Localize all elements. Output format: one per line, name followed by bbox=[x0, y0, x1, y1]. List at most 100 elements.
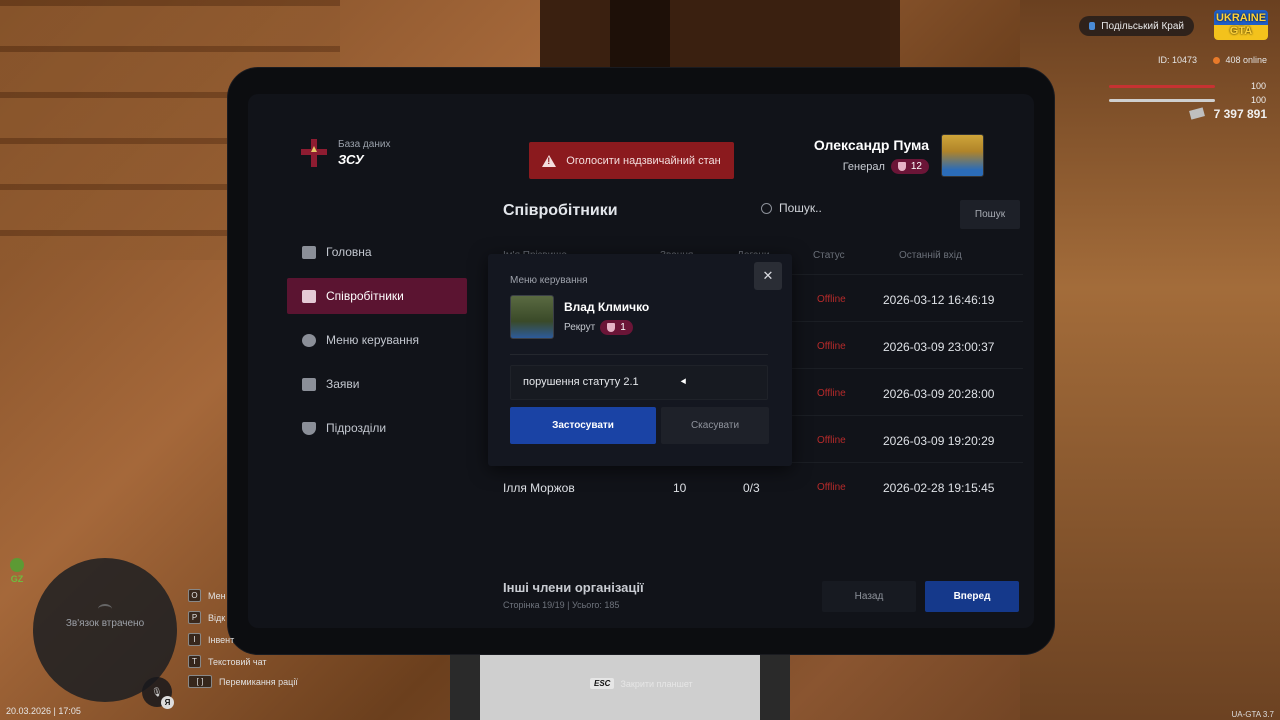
server-logo: UKRAINE GTA bbox=[1214, 10, 1268, 40]
search-input[interactable]: Пошук.. bbox=[761, 201, 822, 215]
cell-last-login: 2026-03-12 16:46:19 bbox=[883, 293, 995, 307]
brand-subtitle: База даних bbox=[338, 139, 391, 150]
sidebar-item-control-menu[interactable]: Меню керування bbox=[287, 322, 467, 358]
hotkey-hint: T Текстовий чат bbox=[188, 655, 267, 668]
warning-icon bbox=[542, 154, 557, 167]
hotkey-hint: P Відк bbox=[188, 611, 225, 624]
hotkey-label: Перемикання рації bbox=[219, 676, 298, 687]
sidebar-item-label: Підрозділи bbox=[326, 421, 387, 435]
cell-last-login: 2026-03-09 23:00:37 bbox=[883, 340, 995, 354]
rank-badge: 12 bbox=[890, 159, 929, 174]
region-label: Подільський Край bbox=[1101, 20, 1184, 32]
close-tablet-hint: ESC Закрити планшет bbox=[590, 678, 693, 689]
cell-rank: 10 bbox=[673, 481, 687, 495]
cell-last-login: 2026-02-28 19:15:45 bbox=[883, 481, 995, 495]
hotkey-label: Інвент bbox=[208, 634, 235, 645]
member-rank-label: Рекрут bbox=[564, 322, 596, 333]
sidebar-item-label: Головна bbox=[326, 245, 372, 259]
prev-page-button[interactable]: Назад bbox=[822, 581, 916, 612]
apply-button[interactable]: Застосувати bbox=[510, 407, 656, 444]
member-name: Влад Клмичко bbox=[564, 300, 650, 314]
region-badge: Подільський Край bbox=[1079, 16, 1194, 36]
trident-cross-icon bbox=[301, 139, 327, 167]
emergency-button-label: Оголосити надзвичайний стан bbox=[566, 154, 721, 167]
hotkey-hint: [ ] Перемикання рації bbox=[188, 675, 298, 688]
search-icon bbox=[761, 202, 772, 214]
sidebar-item-applications[interactable]: Заяви bbox=[287, 366, 467, 402]
column-last-login: Останній вхід bbox=[899, 250, 962, 261]
sidebar: Головна Співробітники Меню керування Зая… bbox=[287, 234, 467, 454]
money: 7 397 891 bbox=[1189, 107, 1267, 121]
player-id: ID: 10473 bbox=[1157, 55, 1197, 65]
version-label: UA-GTA 3.7 bbox=[1231, 710, 1274, 719]
no-signal-icon bbox=[98, 604, 112, 614]
control-menu-modal: Меню керування ✕ Влад Клмичко Рекрут 1 п… bbox=[488, 254, 792, 466]
hotkey-hint: I Інвент bbox=[188, 633, 234, 646]
divider bbox=[510, 354, 768, 355]
hotkey-label: Відк bbox=[208, 612, 226, 623]
sidebar-item-divisions[interactable]: Підрозділи bbox=[287, 410, 467, 446]
search-placeholder: Пошук.. bbox=[779, 201, 822, 215]
member-rank: Рекрут 1 bbox=[564, 320, 633, 335]
cell-status: Offline bbox=[817, 482, 846, 493]
user-name: Олександр Пума bbox=[813, 137, 929, 153]
reason-input[interactable]: порушення статуту 2.1 bbox=[510, 365, 768, 400]
column-status: Статус bbox=[813, 250, 845, 261]
hotkey-label: Мен bbox=[208, 590, 226, 601]
close-icon: ✕ bbox=[762, 268, 774, 283]
users-icon bbox=[302, 289, 316, 303]
avatar bbox=[941, 134, 984, 177]
close-tablet-label: Закрити планшет bbox=[620, 678, 693, 689]
home-icon bbox=[302, 245, 316, 259]
next-page-button[interactable]: Вперед bbox=[925, 581, 1019, 612]
gang-zone-indicator: GZ bbox=[7, 556, 27, 584]
hotkey-key: P bbox=[188, 611, 201, 624]
gz-icon bbox=[10, 558, 24, 572]
close-button[interactable]: ✕ bbox=[754, 262, 782, 290]
shield-icon bbox=[897, 162, 906, 171]
modal-title: Меню керування bbox=[510, 275, 588, 286]
hotkey-key: T bbox=[188, 655, 201, 668]
sidebar-item-label: Заяви bbox=[326, 377, 360, 391]
cell-status: Offline bbox=[817, 294, 846, 305]
sidebar-item-label: Співробітники bbox=[326, 289, 404, 303]
sidebar-item-home[interactable]: Головна bbox=[287, 234, 467, 270]
gear-icon bbox=[302, 333, 316, 347]
health-bar bbox=[1109, 85, 1215, 88]
health-value: 100 bbox=[1250, 81, 1266, 91]
page-title: Співробітники bbox=[503, 202, 618, 219]
user-rank-label: Генерал bbox=[842, 160, 885, 173]
hotkey-label: Текстовий чат bbox=[208, 656, 267, 667]
esc-key: ESC bbox=[590, 678, 615, 689]
cell-name: Ілля Моржов bbox=[503, 481, 575, 495]
cell-status: Offline bbox=[817, 341, 846, 352]
cell-status: Offline bbox=[817, 388, 846, 399]
brand-title: ЗСУ bbox=[338, 152, 364, 167]
gz-label: GZ bbox=[10, 574, 24, 584]
armor-bar bbox=[1109, 99, 1215, 102]
online-dot-icon bbox=[1213, 56, 1221, 64]
cell-last-login: 2026-03-09 19:20:29 bbox=[883, 434, 995, 448]
sidebar-item-label: Меню керування bbox=[326, 333, 420, 347]
search-button[interactable]: Пошук bbox=[960, 200, 1020, 229]
shield-icon bbox=[607, 323, 616, 332]
hotkey-key: [ ] bbox=[188, 675, 212, 688]
hotkey-key: O bbox=[188, 589, 201, 602]
folder-icon bbox=[302, 377, 316, 391]
armor-value: 100 bbox=[1250, 95, 1266, 105]
mic-badge: Я bbox=[161, 696, 174, 709]
datetime: 20.03.2026 | 17:05 bbox=[6, 706, 81, 716]
cancel-button[interactable]: Скасувати bbox=[661, 407, 769, 444]
hotkey-hint: O Мен bbox=[188, 589, 226, 602]
cell-warnings: 0/3 bbox=[743, 481, 760, 495]
sidebar-item-employees[interactable]: Співробітники bbox=[287, 278, 467, 314]
pagination-info: Сторінка 19/19 | Усього: 185 bbox=[503, 600, 620, 610]
user-profile: Олександр Пума Генерал 12 bbox=[814, 134, 984, 177]
emergency-button[interactable]: Оголосити надзвичайний стан bbox=[529, 142, 734, 179]
user-rank: Генерал 12 bbox=[814, 159, 929, 174]
online-count-label: 408 online bbox=[1225, 55, 1267, 65]
avatar bbox=[510, 295, 554, 339]
shield-icon bbox=[302, 421, 316, 435]
cell-last-login: 2026-03-09 20:28:00 bbox=[883, 387, 995, 401]
table-row[interactable]: Ілля Моржов 10 0/3 Offline 2026-02-28 19… bbox=[503, 462, 1023, 508]
